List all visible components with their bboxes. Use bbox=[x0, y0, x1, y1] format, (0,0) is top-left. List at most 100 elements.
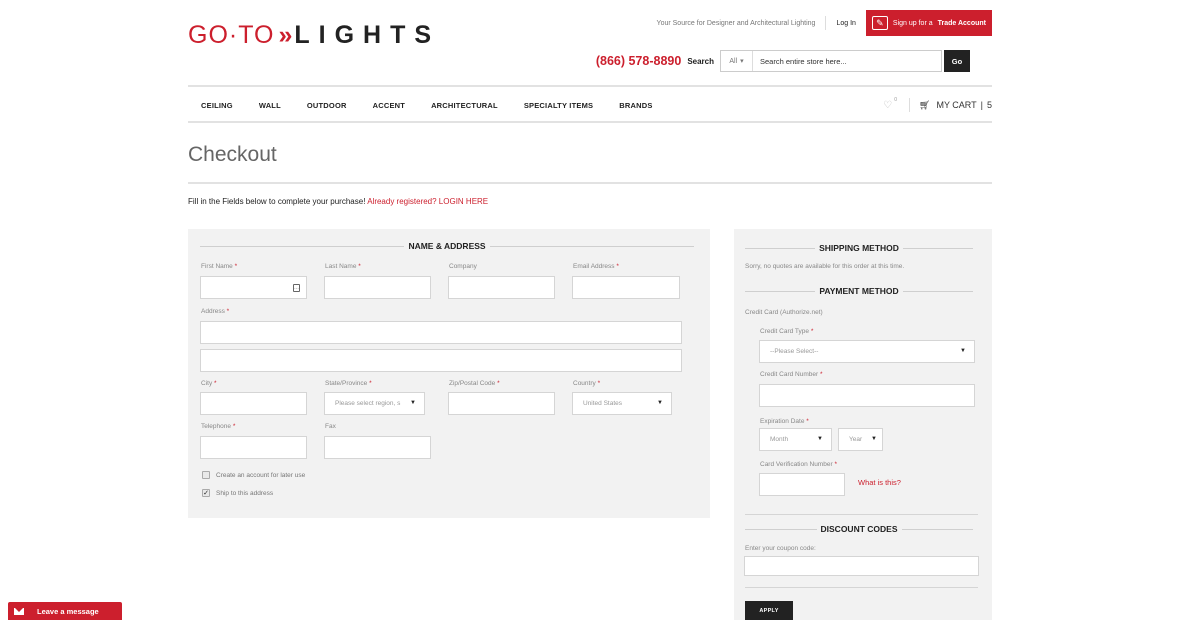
required-mark: * bbox=[597, 380, 601, 387]
site-logo[interactable]: GO·TO » LIGHTS bbox=[188, 20, 440, 50]
top-bar: Your Source for Designer and Architectur… bbox=[657, 10, 992, 36]
trade-bold: Trade Account bbox=[937, 19, 986, 27]
search-go-button[interactable]: Go bbox=[944, 50, 970, 72]
card-type-label: Credit Card Type * bbox=[760, 328, 813, 335]
address-line2-field[interactable] bbox=[200, 349, 682, 372]
expiration-month-select[interactable]: Month ▼ bbox=[759, 428, 832, 451]
fax-field[interactable] bbox=[324, 436, 431, 459]
last-name-field[interactable] bbox=[324, 276, 431, 299]
envelope-icon bbox=[14, 607, 24, 615]
divider bbox=[825, 16, 827, 30]
coupon-label: Enter your coupon code: bbox=[745, 545, 816, 552]
logo-arrows-icon: » bbox=[278, 20, 292, 49]
nav-wall[interactable]: WALL bbox=[259, 101, 281, 110]
address-label-text: Address bbox=[201, 308, 225, 315]
autofill-icon: … bbox=[293, 284, 300, 292]
shipping-method-heading: SHIPPING METHOD bbox=[745, 242, 973, 254]
payment-method-name: Credit Card (Authorize.net) bbox=[745, 309, 823, 316]
telephone-field[interactable] bbox=[200, 436, 307, 459]
card-number-field[interactable] bbox=[759, 384, 975, 407]
nav-ceiling[interactable]: CEILING bbox=[201, 101, 233, 110]
email-label: Email Address * bbox=[573, 263, 619, 270]
address-line1-field[interactable] bbox=[200, 321, 682, 344]
divider bbox=[188, 121, 992, 123]
search-category-value: All bbox=[729, 57, 738, 65]
cart-count[interactable]: 5 bbox=[987, 100, 992, 110]
required-mark: * bbox=[810, 328, 814, 335]
first-name-field[interactable]: … bbox=[200, 276, 307, 299]
page-title: Checkout bbox=[188, 143, 277, 166]
required-mark: * bbox=[497, 380, 500, 387]
zip-label-text: Zip/Postal Code bbox=[449, 380, 496, 387]
card-number-label: Credit Card Number * bbox=[760, 371, 823, 378]
search-row: (866) 578-8890 Search All ▾ Search entir… bbox=[596, 50, 970, 72]
ship-to-address-checkbox[interactable]: ✓ bbox=[202, 489, 210, 497]
coupon-code-field[interactable] bbox=[744, 556, 979, 576]
name-address-heading: NAME & ADDRESS bbox=[200, 240, 694, 252]
country-select[interactable]: United States ▼ bbox=[572, 392, 672, 415]
divider bbox=[188, 85, 992, 87]
search-box: All ▾ Search entire store here... bbox=[720, 50, 942, 72]
company-field[interactable] bbox=[448, 276, 555, 299]
country-select-value: United States bbox=[583, 400, 623, 407]
zip-field[interactable] bbox=[448, 392, 555, 415]
last-name-label: Last Name * bbox=[325, 263, 361, 270]
cvn-label: Card Verification Number * bbox=[760, 461, 837, 468]
cart-sep: | bbox=[980, 100, 983, 110]
phone-number[interactable]: (866) 578-8890 bbox=[596, 54, 681, 68]
nav-outdoor[interactable]: OUTDOOR bbox=[307, 101, 347, 110]
ship-to-address-option[interactable]: ✓ Ship to this address bbox=[202, 489, 273, 497]
nav-architectural[interactable]: ARCHITECTURAL bbox=[431, 101, 498, 110]
state-select[interactable]: Please select region, s ▼ bbox=[324, 392, 425, 415]
payment-method-heading-text: PAYMENT METHOD bbox=[819, 286, 899, 296]
divider bbox=[188, 182, 992, 184]
telephone-label-text: Telephone bbox=[201, 423, 231, 430]
nav-specialty-items[interactable]: SPECIALTY ITEMS bbox=[524, 101, 593, 110]
what-is-this-link[interactable]: What is this? bbox=[858, 478, 901, 487]
caret-down-icon: ▾ bbox=[740, 58, 744, 65]
nav-accent[interactable]: ACCENT bbox=[373, 101, 405, 110]
email-field[interactable] bbox=[572, 276, 680, 299]
cart-label[interactable]: MY CART bbox=[936, 100, 976, 110]
required-mark: * bbox=[232, 423, 236, 430]
caret-down-icon: ▼ bbox=[410, 400, 416, 406]
expiration-year-select[interactable]: Year ▼ bbox=[838, 428, 883, 451]
trade-prefix: Sign up for a bbox=[892, 19, 933, 27]
divider bbox=[745, 514, 978, 515]
cart-icon[interactable]: 🛒︎ bbox=[919, 100, 930, 111]
country-label-text: Country bbox=[573, 380, 596, 387]
card-type-select[interactable]: --Please Select-- ▼ bbox=[759, 340, 975, 363]
card-type-select-value: --Please Select-- bbox=[770, 348, 819, 355]
search-input[interactable]: Search entire store here... bbox=[753, 51, 941, 71]
cvn-field[interactable] bbox=[759, 473, 845, 496]
shipping-note: Sorry, no quotes are available for this … bbox=[745, 263, 905, 270]
caret-down-icon: ▼ bbox=[871, 436, 877, 442]
last-name-label-text: Last Name bbox=[325, 263, 357, 270]
email-label-text: Email Address bbox=[573, 263, 615, 270]
search-category-select[interactable]: All ▾ bbox=[721, 51, 753, 71]
zip-label: Zip/Postal Code * bbox=[449, 380, 500, 387]
company-label: Company bbox=[449, 263, 477, 270]
edit-icon: ✎ bbox=[871, 16, 888, 30]
city-label-text: City bbox=[201, 380, 213, 387]
heart-icon[interactable]: ♡ bbox=[883, 100, 892, 111]
login-here-link[interactable]: Already registered? LOGIN HERE bbox=[367, 197, 488, 206]
create-account-checkbox[interactable] bbox=[202, 471, 210, 479]
create-account-option[interactable]: Create an account for later use bbox=[202, 471, 305, 479]
logo-lights: LIGHTS bbox=[294, 20, 441, 49]
trade-account-button[interactable]: ✎ Sign up for a Trade Account bbox=[865, 10, 992, 36]
fax-label: Fax bbox=[325, 423, 336, 430]
nav-brands[interactable]: BRANDS bbox=[619, 101, 652, 110]
city-field[interactable] bbox=[200, 392, 307, 415]
country-label: Country * bbox=[573, 380, 600, 387]
login-link[interactable]: Log In bbox=[836, 20, 855, 27]
apply-coupon-button[interactable]: APPLY bbox=[745, 601, 793, 620]
leave-message-button[interactable]: Leave a message bbox=[8, 602, 122, 620]
shipping-method-heading-text: SHIPPING METHOD bbox=[819, 243, 899, 253]
checkout-intro: Fill in the Fields below to complete you… bbox=[188, 197, 488, 206]
caret-down-icon: ▼ bbox=[960, 348, 966, 354]
expiration-month-value: Month bbox=[770, 436, 789, 443]
cvn-label-text: Card Verification Number bbox=[760, 461, 833, 468]
logo-goto: GO·TO bbox=[188, 20, 275, 49]
discount-codes-heading-text: DISCOUNT CODES bbox=[820, 524, 898, 534]
